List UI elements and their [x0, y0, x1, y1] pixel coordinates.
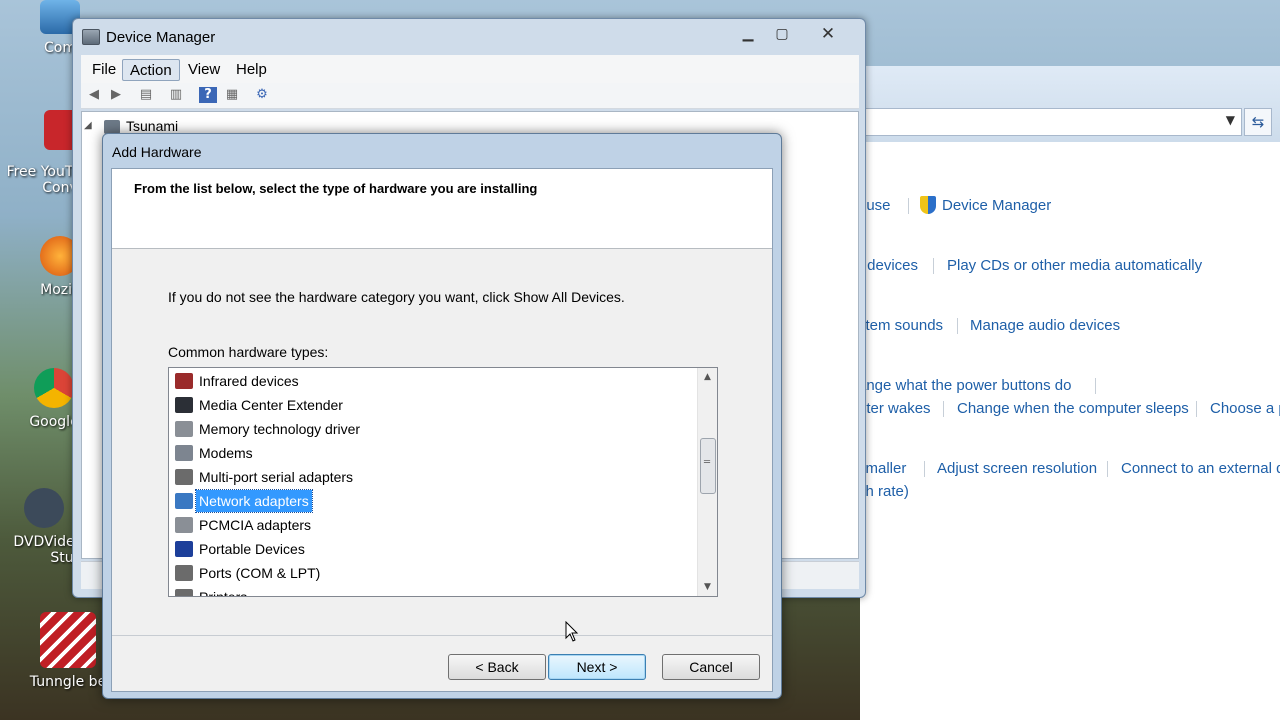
separator	[933, 258, 934, 274]
mouse-cursor-icon	[565, 621, 579, 642]
hardware-type-label: Media Center Extender	[199, 397, 343, 413]
hardware-type-label: Network adapters	[195, 489, 313, 513]
grip-icon: ═	[704, 457, 711, 468]
tunngle-icon	[40, 612, 96, 668]
cp-link-device-manager[interactable]: Device Manager	[942, 197, 1051, 214]
forward-arrow-icon[interactable]: ▶	[107, 87, 125, 103]
scroll-thumb[interactable]: ═	[700, 438, 716, 494]
desktop-icon-free-youtube[interactable]: Free YouT Conv	[0, 110, 82, 196]
cp-link-choose-plan[interactable]: Choose a p	[1210, 400, 1280, 417]
maximize-button[interactable]: ▢	[767, 23, 797, 45]
computer-icon	[104, 120, 120, 134]
infrared-icon	[175, 373, 193, 389]
desktop-icon-label: Free YouT	[6, 164, 74, 180]
minimize-button[interactable]: ▁	[733, 23, 763, 45]
scan-hardware-icon[interactable]: ⚙	[253, 87, 271, 103]
cp-link-sleep[interactable]: Change when the computer sleeps	[957, 400, 1189, 417]
desktop-icon-label: Tunngle be	[29, 674, 107, 690]
hardware-type-label: Portable Devices	[199, 541, 305, 557]
back-arrow-icon[interactable]: ◀	[85, 87, 103, 103]
separator	[943, 401, 944, 417]
window-title: Device Manager	[106, 29, 216, 46]
chrome-icon	[34, 368, 74, 408]
cp-link-manage-audio[interactable]: Manage audio devices	[970, 317, 1120, 334]
wizard-header: From the list below, select the type of …	[112, 169, 772, 249]
next-button[interactable]: Next >	[548, 654, 646, 680]
chevron-down-icon[interactable]: ▼	[1226, 113, 1235, 127]
wizard-heading: From the list below, select the type of …	[134, 181, 538, 196]
desktop-icon-tunngle[interactable]: Tunngle be	[28, 612, 108, 690]
separator	[957, 318, 958, 334]
hardware-type-label: Memory technology driver	[199, 421, 361, 437]
properties-icon[interactable]: ▥	[167, 87, 185, 103]
tree-root-computer[interactable]: Tsunami	[126, 118, 178, 134]
refresh-icon[interactable]: ⇆	[1244, 108, 1272, 136]
hardware-type-label: Multi-port serial adapters	[199, 469, 354, 485]
cp-link-screen-resolution[interactable]: Adjust screen resolution	[937, 460, 1097, 477]
menu-action[interactable]: Action	[122, 59, 180, 81]
scroll-down-icon[interactable]: ▼	[698, 578, 717, 596]
instruction-text: If you do not see the hardware category …	[168, 289, 625, 305]
hardware-type-label: Infrared devices	[199, 373, 299, 389]
device-manager-icon	[82, 29, 100, 45]
close-button[interactable]: ✕	[813, 23, 843, 45]
hardware-type-list[interactable]: Printers Ports (COM & LPT) Portable Device…	[168, 367, 718, 597]
show-hide-tree-icon[interactable]: ▤	[137, 87, 155, 103]
card-reader-icon	[175, 421, 193, 437]
back-button[interactable]: < Back	[448, 654, 546, 680]
cp-link-external-display[interactable]: Connect to an external d	[1121, 460, 1280, 477]
separator	[908, 198, 909, 214]
expand-arrow-icon[interactable]: ◢	[84, 120, 92, 131]
serial-port-icon	[175, 469, 193, 485]
scroll-up-icon[interactable]: ▲	[698, 368, 717, 386]
menu-bar: File Action View Help	[81, 55, 859, 83]
dialog-title: Add Hardware	[112, 144, 202, 160]
divider	[112, 635, 772, 636]
hardware-type-label: PCMCIA adapters	[199, 517, 312, 533]
add-hardware-dialog: Add Hardware From the list below, select…	[102, 133, 782, 699]
hardware-type-label: Ports (COM & LPT)	[199, 565, 321, 581]
shield-icon	[920, 196, 936, 214]
cp-link-system-sounds[interactable]: stem sounds	[858, 317, 943, 334]
hardware-type-label: Printers	[199, 589, 248, 597]
pcmcia-icon	[175, 517, 193, 533]
cp-link-play-cds[interactable]: Play CDs or other media automatically	[947, 257, 1202, 274]
separator	[1196, 401, 1197, 417]
modem-icon	[175, 445, 193, 461]
dvdvideosoft-icon	[24, 488, 64, 528]
network-icon	[175, 493, 193, 509]
hardware-type-label: Modems	[199, 445, 253, 461]
printer-icon	[175, 589, 193, 596]
dialog-body: From the list below, select the type of …	[111, 168, 773, 692]
help-icon[interactable]: ?	[199, 87, 217, 103]
control-panel-address-bar[interactable]: ▼	[860, 108, 1242, 136]
menu-file[interactable]: File	[85, 59, 123, 81]
separator	[1095, 378, 1096, 394]
list-label: Common hardware types:	[168, 344, 329, 360]
cancel-button[interactable]: Cancel	[662, 654, 760, 680]
menu-view[interactable]: View	[181, 59, 227, 81]
monitor-icon	[175, 397, 193, 413]
cp-link-power-buttons[interactable]: ange what the power buttons do	[858, 377, 1072, 394]
menu-help[interactable]: Help	[229, 59, 274, 81]
port-icon	[175, 565, 193, 581]
portable-device-icon	[175, 541, 193, 557]
cp-link-devices[interactable]: r devices	[858, 257, 918, 274]
toolbar: ◀ ▶ ▤ ▥ ? ▦ ⚙	[81, 83, 859, 109]
scrollbar[interactable]: ▲ ═ ▼	[697, 368, 717, 596]
separator	[924, 461, 925, 477]
view-icon[interactable]: ▦	[223, 87, 241, 103]
cp-link-computer-wakes[interactable]: uter wakes	[858, 400, 931, 417]
separator	[1107, 461, 1108, 477]
